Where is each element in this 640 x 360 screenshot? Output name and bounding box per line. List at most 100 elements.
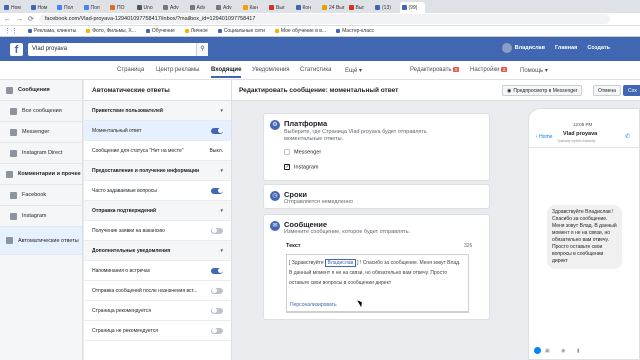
browser-tab[interactable]: Adv xyxy=(214,2,240,13)
auto-replies-title: Автоматические ответы xyxy=(84,80,231,101)
sidebar-item[interactable]: Facebook xyxy=(0,185,82,206)
sidebar-item[interactable]: Сообщения xyxy=(0,80,82,101)
message-card: ✉ Сообщение Измените сообщение, которое … xyxy=(263,214,490,320)
apps-icon[interactable]: ⋮⋮ xyxy=(4,27,18,35)
cancel-button[interactable]: Отмена xyxy=(593,85,621,96)
bookmark-label: Мое обучение в в... xyxy=(280,28,327,34)
auto-reply-row[interactable]: Страница рекомендуется xyxy=(84,301,231,321)
back-icon[interactable]: ← xyxy=(4,16,11,23)
nav-settings[interactable]: Настройки 2 xyxy=(470,67,507,73)
search-icon[interactable]: ⚲ xyxy=(196,42,208,56)
profile-link[interactable]: Владислав xyxy=(515,45,545,51)
facebook-logo-icon[interactable]: f xyxy=(10,42,23,56)
toggle-switch[interactable] xyxy=(211,307,223,314)
section-header[interactable]: Предоставление и получение информации ▾ xyxy=(84,161,231,181)
bookmark-item[interactable]: Социальные сети xyxy=(217,28,265,34)
sidebar-item[interactable]: Комментарии и прочее xyxy=(0,164,82,185)
home-link[interactable]: Главная xyxy=(555,45,577,51)
browser-tab[interactable]: ПО xyxy=(108,2,134,13)
bookmark-item[interactable]: Обучение xyxy=(145,28,175,34)
nav-insights[interactable]: Статистика xyxy=(300,67,332,73)
nav-ad-center[interactable]: Центр рекламы xyxy=(156,67,199,73)
tab-title: Adv xyxy=(196,4,206,11)
bookmark-folder-icon xyxy=(145,29,150,33)
auto-reply-row[interactable]: Сообщение для статуса "Нет на месте" Выкл… xyxy=(84,141,231,161)
toggle-switch[interactable] xyxy=(211,267,223,274)
nav-page[interactable]: Страница xyxy=(117,67,144,73)
instagram-checkbox[interactable] xyxy=(284,164,290,170)
browser-tab[interactable]: Uno xyxy=(134,2,160,13)
top-bar-right: Владислав Главная Создать xyxy=(492,43,610,53)
nav-inbox[interactable]: Входящие xyxy=(211,67,242,78)
bookmark-label: Социальные сети xyxy=(223,28,265,34)
sidebar-item[interactable]: Instagram xyxy=(0,206,82,227)
sidebar-item-label: Messenger xyxy=(22,129,50,135)
sidebar-item[interactable]: Все сообщения xyxy=(0,101,82,122)
tab-favicon-icon xyxy=(295,5,301,10)
browser-tab[interactable]: Пол xyxy=(81,2,107,13)
toggle-switch[interactable] xyxy=(211,327,223,334)
bookmark-item[interactable]: Реклама, клиенты xyxy=(28,28,76,34)
comment-icon xyxy=(6,170,13,178)
browser-tab[interactable]: Adv xyxy=(161,2,187,13)
nav-more[interactable]: Ещё ▾ xyxy=(345,67,362,74)
nav-notifications[interactable]: Уведомления xyxy=(252,67,290,73)
bookmark-item[interactable]: Личное xyxy=(184,28,208,34)
platform-desc: Выберите, где Страница Vlad proyava буде… xyxy=(284,129,427,142)
create-link[interactable]: Создать xyxy=(587,45,610,51)
sidebar-item[interactable]: Instagram Direct xyxy=(0,143,82,164)
save-button[interactable]: Сох xyxy=(623,85,640,96)
toggle-switch[interactable] xyxy=(211,287,223,294)
browser-tab[interactable]: Кон xyxy=(293,2,319,13)
nav-help[interactable]: Помощь ▾ xyxy=(520,67,548,74)
messenger-option[interactable]: Messenger xyxy=(284,149,321,155)
tab-title: (99) xyxy=(408,4,418,11)
browser-tab-strip: Ном Ном Пол Пол ПО Uno Adv Adv Adv Кан Выг Кон 24 Вы… xyxy=(0,0,640,13)
tab-favicon-icon xyxy=(136,5,142,10)
bookmark-item[interactable]: Мое обучение в в... xyxy=(274,28,327,34)
tab-favicon-icon xyxy=(242,5,248,10)
name-token[interactable]: Владислав xyxy=(324,259,357,267)
browser-tab[interactable]: Выг xyxy=(267,2,293,13)
preview-messenger-button[interactable]: ◉ Предпросмотр в Messenger xyxy=(502,85,583,96)
messenger-checkbox[interactable] xyxy=(284,149,290,155)
section-header[interactable]: Отправка подтверждений ▾ xyxy=(84,201,231,221)
toggle-switch[interactable] xyxy=(211,127,223,134)
sidebar-item[interactable]: Автоматические ответы xyxy=(0,227,82,255)
section-header[interactable]: Дополнительные уведомления ▾ xyxy=(84,241,231,261)
avatar[interactable] xyxy=(501,43,512,53)
toggle-switch[interactable] xyxy=(211,227,223,234)
auto-reply-row[interactable]: Отправка сообщений после назначения вст.… xyxy=(84,281,231,301)
personalize-button[interactable]: Персонализировать xyxy=(290,302,337,308)
auto-reply-row[interactable]: Напоминания о встречах xyxy=(84,261,231,281)
tab-title: Выг xyxy=(355,4,365,11)
chevron-down-icon: ▾ xyxy=(220,107,223,114)
browser-tab[interactable]: Пол xyxy=(55,2,81,13)
browser-tab[interactable]: Выг xyxy=(346,2,372,13)
browser-tab[interactable]: Ном xyxy=(2,2,28,13)
auto-reply-row[interactable]: Часто задаваемые вопросы xyxy=(84,181,231,201)
auto-replies-panel: Автоматические ответы Приветствие пользо… xyxy=(84,80,232,360)
browser-tab[interactable]: (13) xyxy=(373,2,399,13)
browser-tab[interactable]: Ном xyxy=(28,2,54,13)
url-field[interactable]: facebook.com/Vlad-proyava-12940109775841… xyxy=(38,14,610,24)
browser-tab[interactable]: Кан xyxy=(240,2,266,13)
forward-icon[interactable]: → xyxy=(16,16,23,23)
auto-reply-row[interactable]: Моментальный ответ xyxy=(84,121,231,141)
row-label: Страница не рекомендуется xyxy=(92,327,158,334)
auto-reply-row[interactable]: Страница не рекомендуется xyxy=(84,321,231,341)
nav-edit[interactable]: Редактировать 5 xyxy=(410,67,459,73)
auto-reply-row[interactable]: Получение заявки на вакансию xyxy=(84,221,231,241)
sidebar-item[interactable]: Messenger xyxy=(0,122,82,143)
browser-tab[interactable]: Adv xyxy=(187,2,213,13)
search-input[interactable]: Vlad proyava ⚲ xyxy=(28,42,208,56)
bookmark-item[interactable]: Мастер-класс xyxy=(336,28,374,34)
instagram-option[interactable]: Instagram xyxy=(284,164,318,170)
browser-tab[interactable]: 24 Выг xyxy=(320,2,346,13)
bookmark-item[interactable]: Фото, Фильмы, Х... xyxy=(86,28,136,34)
message-line-2: В данный момент я не на связи, но обязат… xyxy=(289,270,448,276)
reload-icon[interactable]: ⟳ xyxy=(28,15,34,23)
toggle-switch[interactable] xyxy=(211,187,223,194)
browser-tab[interactable]: (99) xyxy=(399,2,425,13)
section-header[interactable]: Приветствие пользователей ▾ xyxy=(84,101,231,121)
